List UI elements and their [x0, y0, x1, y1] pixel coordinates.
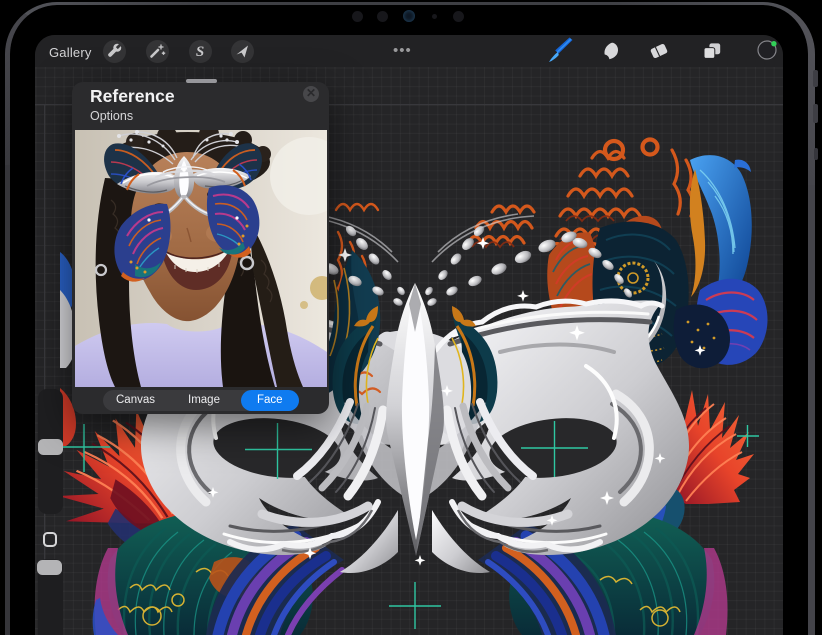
- svg-text:S: S: [196, 44, 204, 60]
